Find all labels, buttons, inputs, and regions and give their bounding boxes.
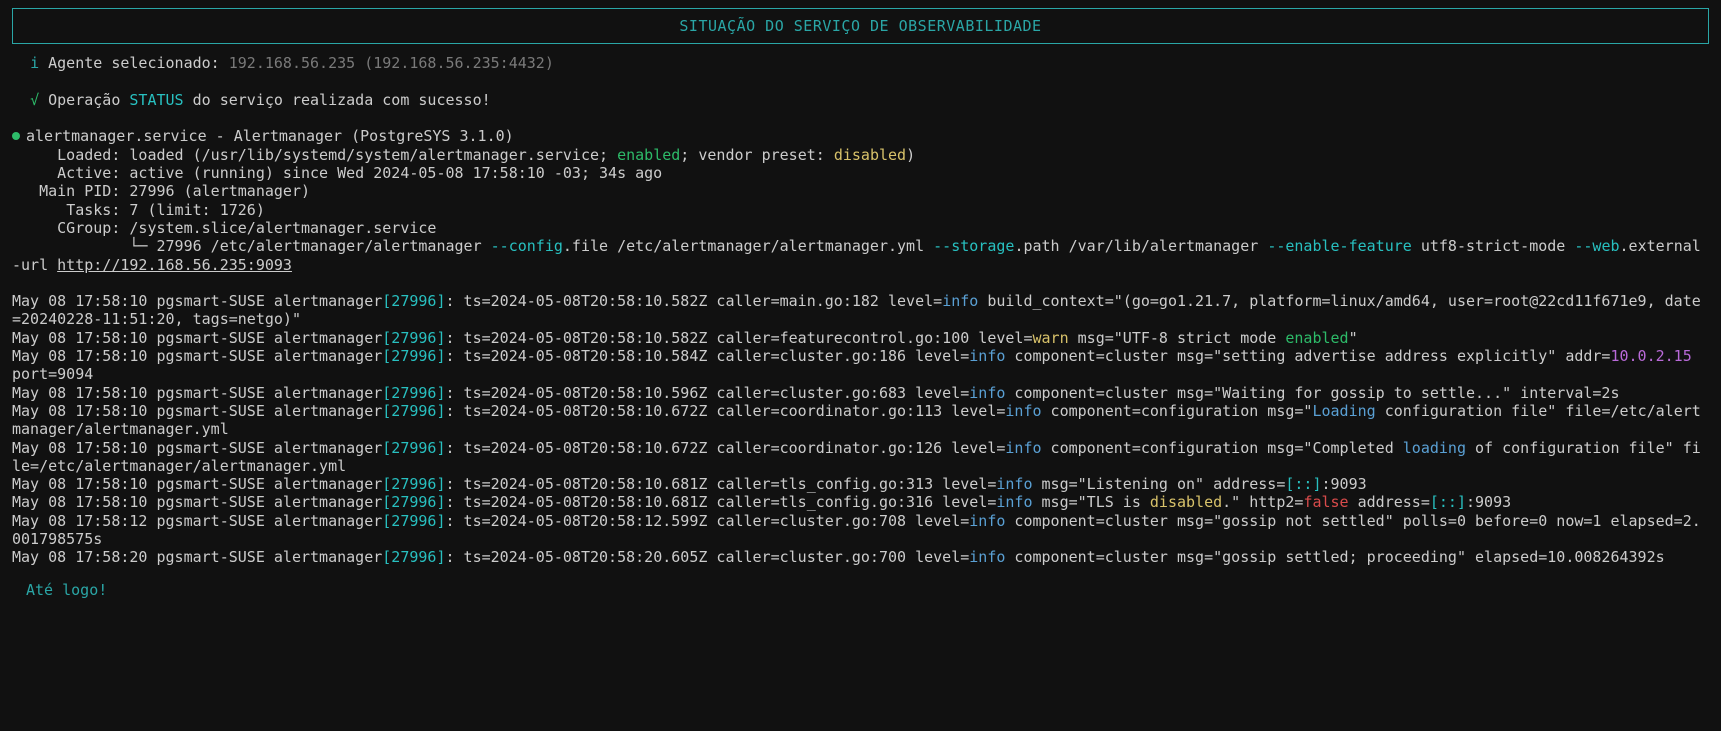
terminal-body: i Agente selecionado: 192.168.56.235 (19… [0,54,1721,629]
agent-label: Agente selecionado: [48,54,220,72]
op-text-1: Operação [48,91,129,109]
op-status: STATUS [129,91,183,109]
status-dot-icon [12,127,26,145]
title-bar: SITUAÇÃO DO SERVIÇO DE OBSERVABILIDADE [12,8,1709,44]
svc-cgroup: CGroup: /system.slice/alertmanager.servi… [12,219,436,237]
op-text-2: do serviço realizada com sucesso! [184,91,491,109]
check-icon: √ [30,91,39,109]
service-header: alertmanager.service - Alertmanager (Pos… [12,127,514,145]
agent-value: 192.168.56.235 (192.168.56.235:4432) [229,54,554,72]
info-line: i Agente selecionado: 192.168.56.235 (19… [12,54,554,72]
svc-pid: Main PID: 27996 (alertmanager) [12,182,310,200]
svc-url-link[interactable]: http://192.168.56.235:9093 [57,256,292,274]
svc-line: alertmanager.service - Alertmanager (Pos… [26,127,514,145]
status-line: √ Operação STATUS do serviço realizada c… [12,91,491,109]
svc-loaded: Loaded: loaded (/usr/lib/systemd/system/… [12,146,915,164]
log-output: May 08 17:58:10 pgsmart-SUSE alertmanage… [12,292,1701,566]
farewell-text: Até logo! [12,567,1709,599]
title-text: SITUAÇÃO DO SERVIÇO DE OBSERVABILIDADE [679,17,1041,35]
svc-tree: └─ 27996 /etc/alertmanager/alertmanager … [12,237,1701,273]
info-icon: i [30,54,39,72]
svc-active: Active: active (running) since Wed 2024-… [12,164,662,182]
svc-tasks: Tasks: 7 (limit: 1726) [12,201,265,219]
